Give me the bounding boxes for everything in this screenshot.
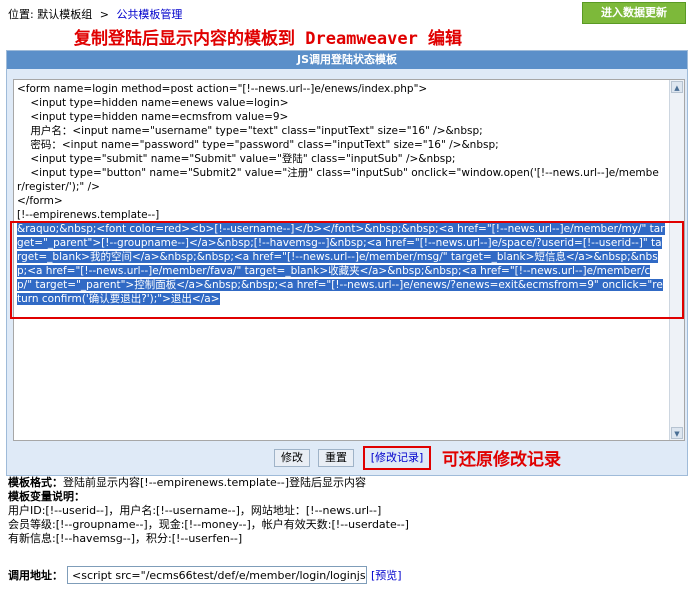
vars-line-2: 会员等级:[!--groupname--]，现金:[!--money--]，帐户… xyxy=(8,518,409,531)
vars-line-3: 有新信息:[!--havemsg--]，积分:[!--userfen--] xyxy=(8,532,243,545)
annotation-copy-to-dreamweaver: 复制登陆后显示内容的模板到 Dreamweaver 编辑 xyxy=(74,29,463,49)
template-panel: JS调用登陆状态模板 <form name=login method=post … xyxy=(6,50,688,476)
format-value: 登陆前显示内容[!--empirenews.template--]登陆后显示内容 xyxy=(63,476,367,489)
code-selected-block: &raquo;&nbsp;<font color=red><b>[!--user… xyxy=(17,222,665,306)
call-address-input[interactable]: <script src="/ecms66test/def/e/member/lo… xyxy=(67,566,367,584)
breadcrumb-group: 默认模板组 xyxy=(37,8,93,21)
template-info: 模板格式：登陆前显示内容[!--empirenews.template--]登陆… xyxy=(8,476,688,546)
reset-button[interactable]: 重置 xyxy=(318,449,354,467)
location-label: 位置: xyxy=(8,8,34,21)
enter-data-update-button[interactable]: 进入数据更新 xyxy=(582,2,686,24)
breadcrumb-link-public-templates[interactable]: 公共模板管理 xyxy=(116,8,182,21)
call-address-row: 调用地址： <script src="/ecms66test/def/e/mem… xyxy=(8,564,402,586)
breadcrumb: 位置: 默认模板组 > 公共模板管理 xyxy=(8,6,182,22)
code-selected-text: &raquo;&nbsp;<font color=red><b>[!--user… xyxy=(17,223,665,305)
panel-title: JS调用登陆状态模板 xyxy=(7,51,687,69)
vars-line-1: 用户ID:[!--userid--]，用户名:[!--username--]，网… xyxy=(8,504,382,517)
template-code-textarea[interactable]: <form name=login method=post action="[!-… xyxy=(13,79,685,441)
annotation-restore-log: 可还原修改记录 xyxy=(442,450,561,470)
modify-button[interactable]: 修改 xyxy=(274,449,310,467)
scroll-down-icon[interactable]: ▼ xyxy=(671,427,683,439)
textarea-scrollbar[interactable]: ▲ ▼ xyxy=(669,80,684,440)
format-row: 模板格式：登陆前显示内容[!--empirenews.template--]登陆… xyxy=(8,476,688,490)
vars-label: 模板变量说明： xyxy=(8,490,85,503)
code-before: <form name=login method=post action="[!-… xyxy=(17,83,659,221)
modify-log-highlight: [修改记录] xyxy=(363,446,431,470)
breadcrumb-separator: > xyxy=(99,8,109,21)
scroll-up-icon[interactable]: ▲ xyxy=(671,81,683,93)
modify-log-link[interactable]: [修改记录] xyxy=(365,448,429,468)
preview-link[interactable]: [预览] xyxy=(371,567,402,583)
call-address-label: 调用地址： xyxy=(8,569,63,582)
format-label: 模板格式： xyxy=(8,476,63,489)
